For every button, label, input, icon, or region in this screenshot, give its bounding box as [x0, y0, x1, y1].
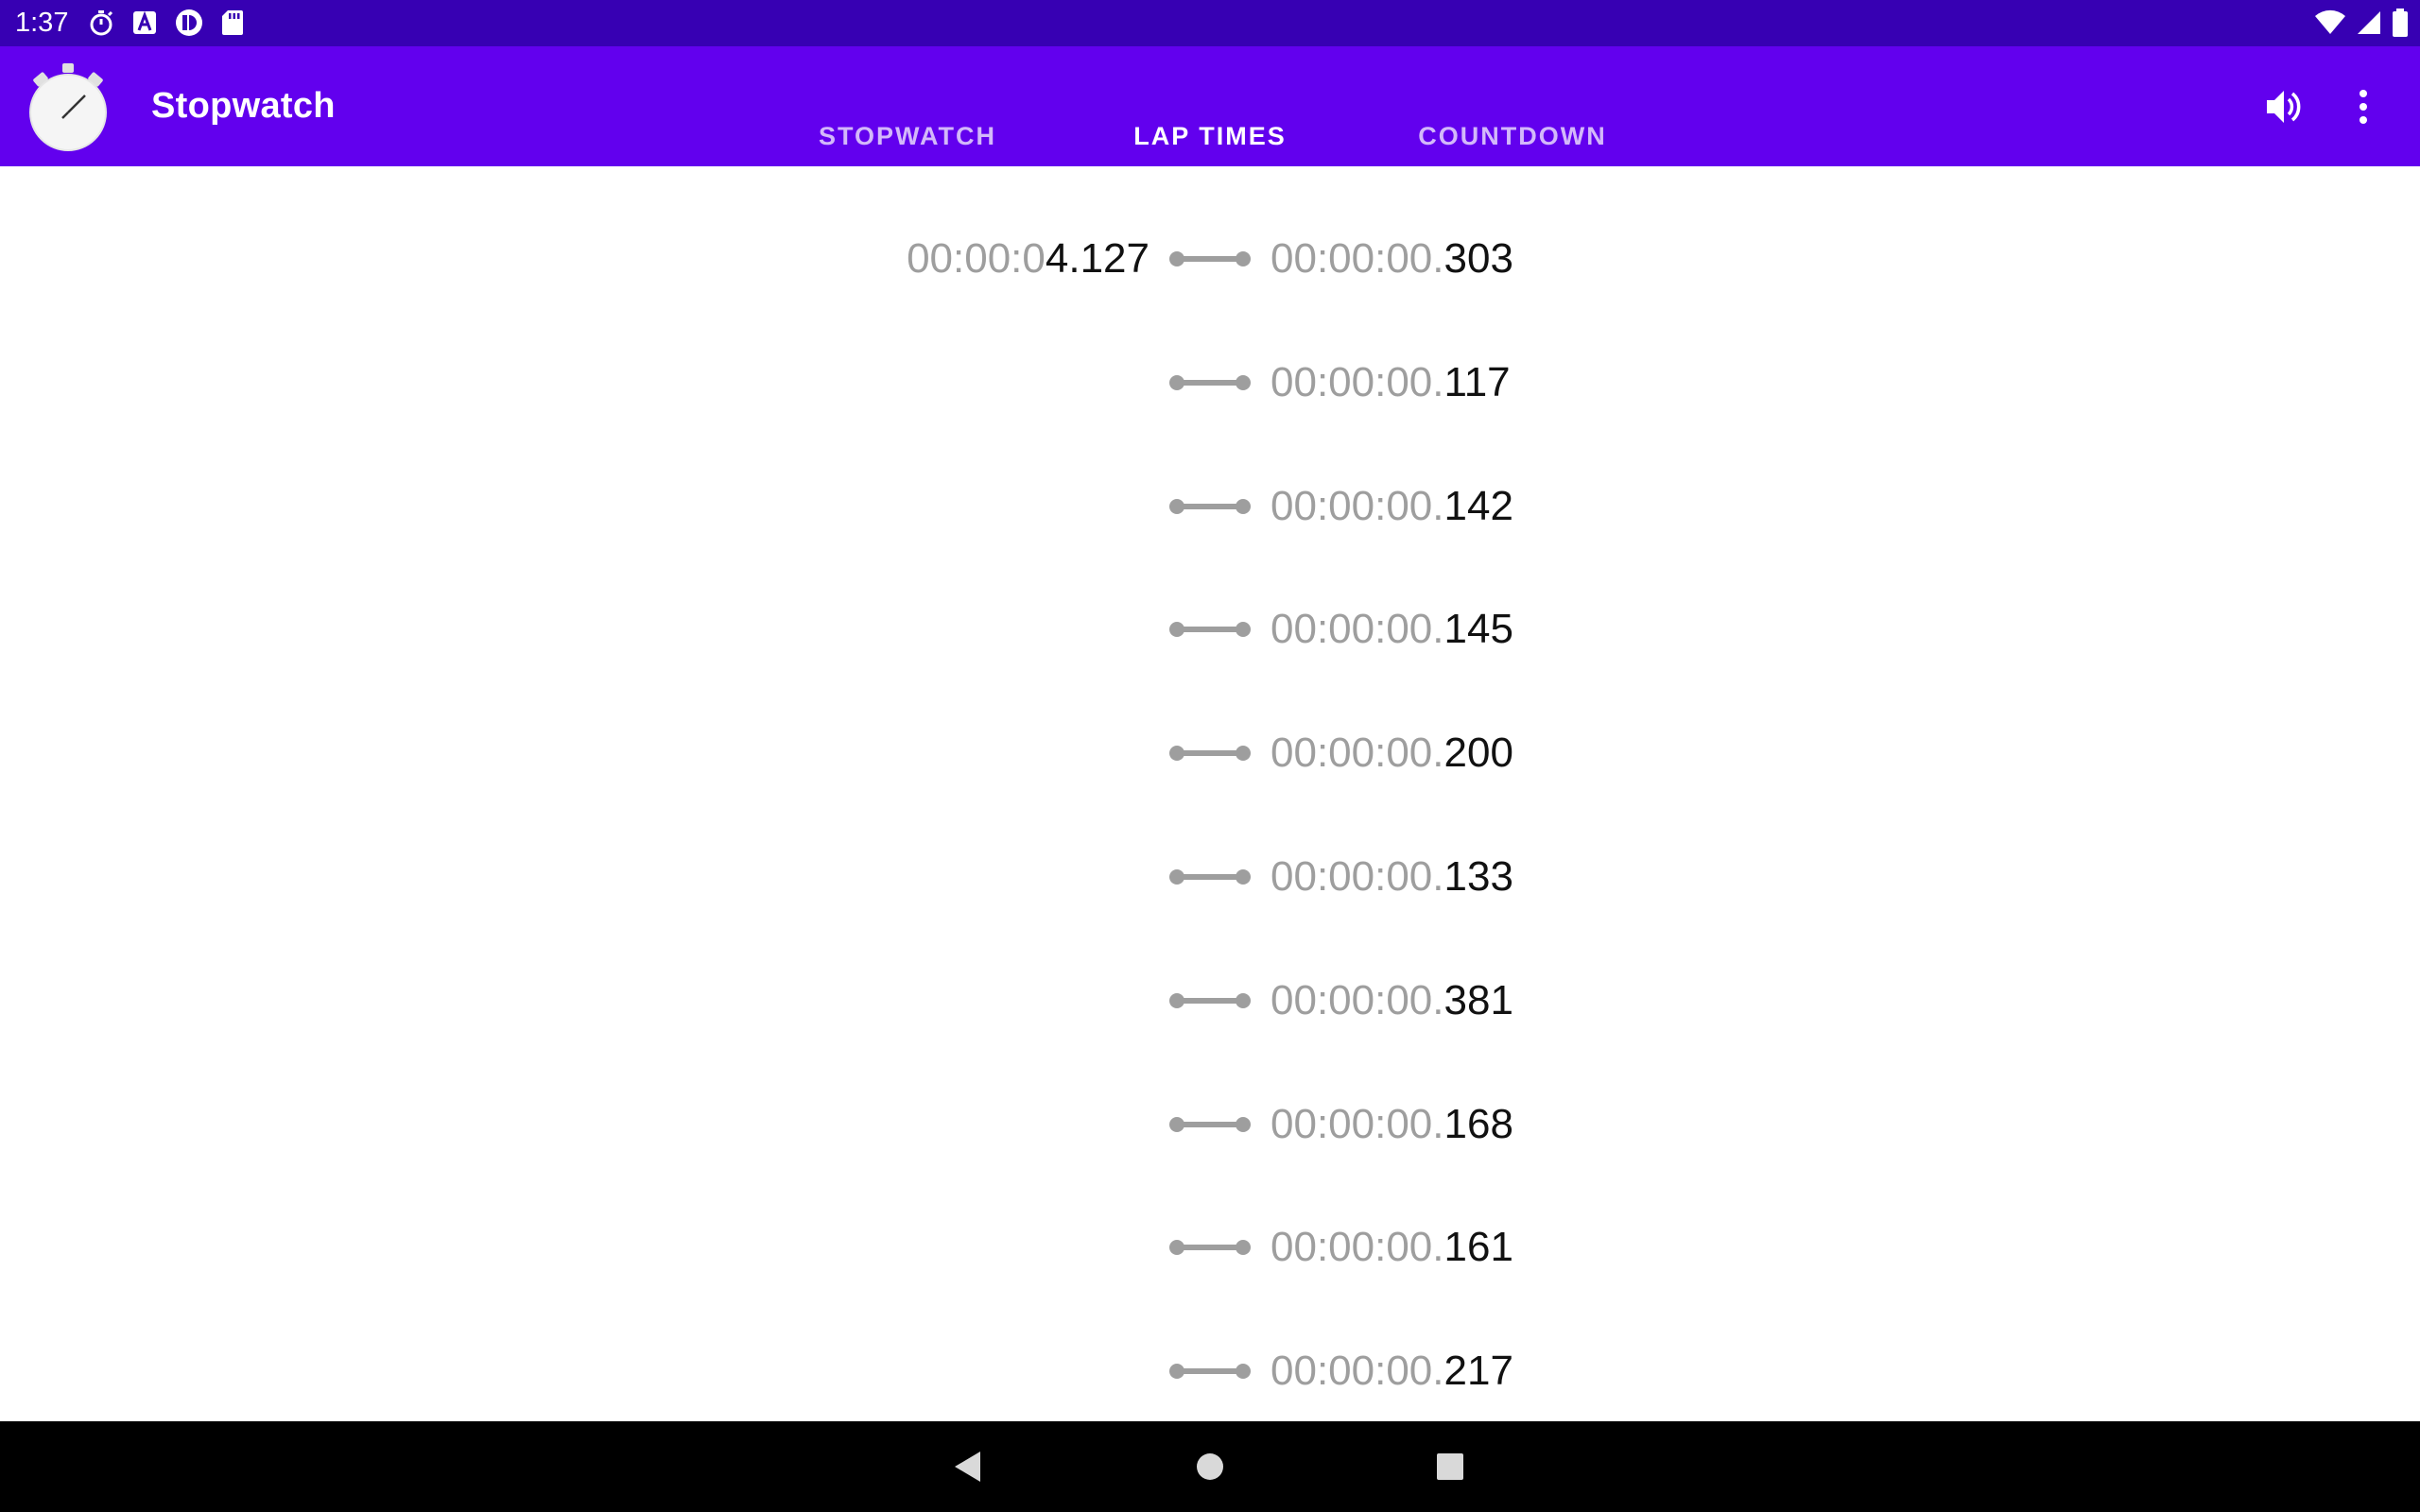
font-a-icon [133, 10, 156, 34]
lap-split-time-bright: 145 [1443, 606, 1513, 652]
lap-split-time: 00:00:00.200 [1270, 715, 1513, 791]
lap-split-time-dim: 00:00:00. [1270, 977, 1444, 1023]
lap-connector-icon [1169, 251, 1251, 266]
cell-signal-icon [2358, 11, 2380, 34]
lap-row: 00:00:00.381 [0, 963, 2420, 1039]
tab-stopwatch[interactable]: STOPWATCH [756, 46, 1059, 166]
lap-split-time: 00:00:00.381 [1270, 963, 1513, 1039]
tab-label: STOPWATCH [818, 122, 996, 150]
lap-row: 00:00:00.145 [0, 592, 2420, 667]
stopwatch-logo-icon [29, 63, 107, 151]
recents-button[interactable] [1426, 1442, 1475, 1491]
app-notification-icon [176, 9, 202, 36]
lap-row: 00:00:00.168 [0, 1087, 2420, 1162]
lap-split-time-bright: 217 [1443, 1348, 1513, 1394]
lap-split-time-bright: 142 [1443, 483, 1513, 529]
lap-connector-icon [1169, 869, 1251, 885]
lap-row: 00:00:00.133 [0, 839, 2420, 915]
lap-connector-icon [1169, 1364, 1251, 1379]
home-button[interactable] [1185, 1442, 1235, 1491]
lap-split-time-bright: 200 [1443, 730, 1513, 776]
status-system-icons [2314, 8, 2409, 38]
lap-split-time-bright: 161 [1443, 1224, 1513, 1270]
lap-split-time: 00:00:00.145 [1270, 592, 1513, 667]
app-bar: Stopwatch STOPWATCH LAP TIMES COUNTDOWN [0, 46, 2420, 166]
status-time: 1:37 [15, 8, 69, 38]
lap-split-time-dim: 00:00:00. [1270, 606, 1444, 652]
back-button[interactable] [943, 1442, 993, 1491]
lap-total-time-bright: 4.127 [1045, 235, 1150, 282]
stopwatch-notification-icon [90, 10, 113, 36]
lap-split-time-dim: 00:00:00. [1270, 730, 1444, 776]
lap-split-time: 00:00:00.161 [1270, 1210, 1513, 1285]
app-title: Stopwatch [151, 86, 336, 126]
battery-icon [2393, 9, 2408, 37]
back-icon [955, 1452, 980, 1482]
lap-split-time-dim: 00:00:00. [1270, 1101, 1444, 1147]
tab-bar: STOPWATCH LAP TIMES COUNTDOWN [756, 46, 1664, 166]
lap-connector-icon [1169, 746, 1251, 761]
lap-split-time-bright: 168 [1443, 1101, 1513, 1147]
tab-countdown[interactable]: COUNTDOWN [1361, 46, 1664, 166]
lap-connector-icon [1169, 622, 1251, 637]
lap-split-time: 00:00:00.142 [1270, 469, 1513, 544]
recents-icon [1437, 1453, 1463, 1480]
volume-button[interactable] [2257, 80, 2310, 133]
status-notification-icons [87, 8, 244, 38]
lap-split-time-dim: 00:00:00. [1270, 853, 1444, 900]
lap-list[interactable]: 00:00:04.127 00:00:00.303 00:00:00.117 00:0… [0, 166, 2420, 1421]
lap-row: 00:00:00.200 [0, 715, 2420, 791]
lap-row: 00:00:00.142 [0, 469, 2420, 544]
tab-label: COUNTDOWN [1418, 122, 1607, 150]
wifi-icon [2315, 9, 2345, 34]
lap-connector-icon [1169, 1240, 1251, 1255]
lap-row: 00:00:00.161 [0, 1210, 2420, 1285]
lap-split-time: 00:00:00.133 [1270, 839, 1513, 915]
lap-connector-icon [1169, 1117, 1251, 1132]
lap-split-time: 00:00:00.217 [1270, 1333, 1513, 1409]
overflow-menu-button[interactable] [2337, 80, 2390, 133]
lap-split-time-bright: 133 [1443, 853, 1513, 900]
lap-split-time: 00:00:00.117 [1270, 345, 1511, 421]
lap-split-time-dim: 00:00:00. [1270, 1224, 1444, 1270]
lap-split-time-bright: 303 [1443, 235, 1513, 282]
lap-connector-icon [1169, 499, 1251, 514]
lap-row: 00:00:04.127 00:00:00.303 [0, 221, 2420, 297]
lap-connector-icon [1169, 375, 1251, 390]
sd-card-icon [222, 10, 243, 35]
home-icon [1197, 1453, 1223, 1480]
volume-icon [2267, 91, 2301, 123]
lap-split-time: 00:00:00.303 [1270, 221, 1513, 297]
lap-split-time-dim: 00:00:00. [1270, 1348, 1444, 1394]
lap-split-time-dim: 00:00:00. [1270, 359, 1444, 405]
tab-label: LAP TIMES [1133, 122, 1287, 150]
overflow-menu-icon [2360, 90, 2367, 124]
lap-split-time: 00:00:00.168 [1270, 1087, 1513, 1162]
tab-lap-times[interactable]: LAP TIMES [1059, 46, 1361, 166]
lap-split-time-bright: 117 [1443, 359, 1511, 405]
lap-row: 00:00:00.217 [0, 1333, 2420, 1409]
status-bar: 1:37 [0, 0, 2420, 46]
navigation-bar [0, 1421, 2420, 1512]
lap-split-time-dim: 00:00:00. [1270, 483, 1444, 529]
lap-split-time-bright: 381 [1443, 977, 1513, 1023]
lap-total-time-dim: 00:00:0 [907, 235, 1046, 282]
lap-total-time: 00:00:04.127 [907, 221, 1150, 297]
lap-row: 00:00:00.117 [0, 345, 2420, 421]
lap-connector-icon [1169, 993, 1251, 1008]
lap-split-time-dim: 00:00:00. [1270, 235, 1444, 282]
